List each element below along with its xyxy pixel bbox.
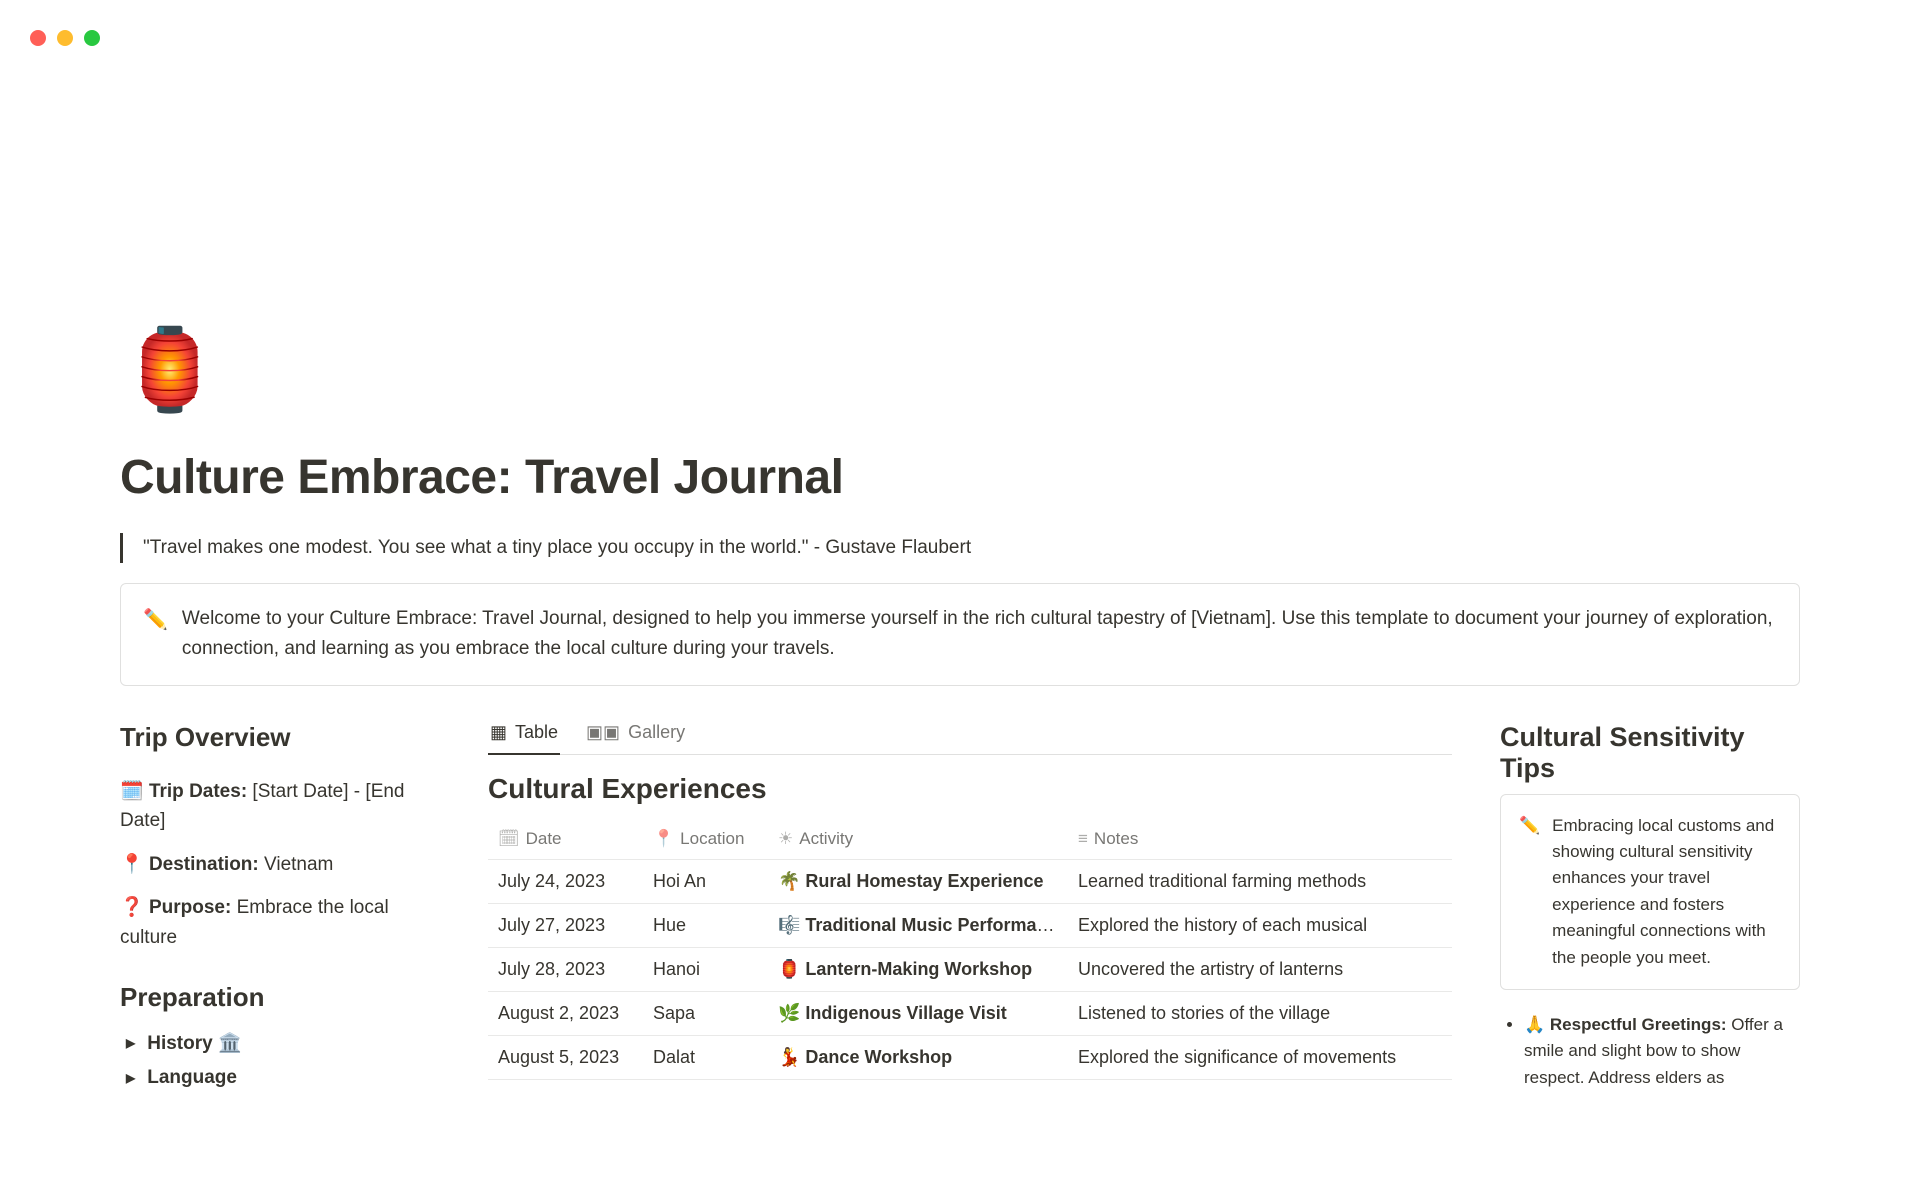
toggle-history-label: History 🏛️ — [147, 1031, 241, 1055]
tip-item[interactable]: 🙏 Respectful Greetings: Offer a smile an… — [1524, 1012, 1800, 1091]
tab-table-label: Table — [515, 722, 558, 743]
col-location[interactable]: 📍 Location — [643, 819, 768, 860]
cell-activity: 🏮 Lantern-Making Workshop — [768, 947, 1068, 991]
table-row[interactable]: July 27, 2023Hue🎼 Traditional Music Perf… — [488, 903, 1452, 947]
col-date-label: Date — [526, 829, 562, 848]
cell-date: July 24, 2023 — [488, 859, 643, 903]
table-row[interactable]: August 5, 2023Dalat💃 Dance WorkshopExplo… — [488, 1035, 1452, 1079]
table-row[interactable]: August 2, 2023Sapa🌿 Indigenous Village V… — [488, 991, 1452, 1035]
cell-notes: Explored the significance of movements — [1068, 1035, 1452, 1079]
cell-location: Hanoi — [643, 947, 768, 991]
toggle-history[interactable]: ▶ History 🏛️ — [120, 1031, 440, 1055]
cell-activity: 🌴 Rural Homestay Experience — [768, 859, 1068, 903]
welcome-text: Welcome to your Culture Embrace: Travel … — [182, 604, 1777, 665]
pin-icon: 📍 — [120, 854, 144, 875]
tips-list: 🙏 Respectful Greetings: Offer a smile an… — [1500, 1012, 1800, 1091]
calendar-icon: 🗓️ — [120, 781, 144, 802]
preparation-heading[interactable]: Preparation — [120, 982, 440, 1013]
cell-notes: Explored the history of each musical — [1068, 903, 1452, 947]
view-tabs: ▦ Table ▣▣ Gallery — [488, 722, 1452, 755]
window-maximize-button[interactable] — [84, 30, 100, 46]
database-title[interactable]: Cultural Experiences — [488, 773, 1452, 805]
tips-callout-text: Embracing local customs and showing cult… — [1552, 813, 1781, 971]
window-close-button[interactable] — [30, 30, 46, 46]
cell-location: Hue — [643, 903, 768, 947]
gallery-icon: ▣▣ — [586, 722, 620, 743]
destination-row[interactable]: 📍 Destination: Vietnam — [120, 850, 440, 879]
cell-location: Hoi An — [643, 859, 768, 903]
tips-callout[interactable]: ✏️ Embracing local customs and showing c… — [1500, 794, 1800, 990]
col-date[interactable]: 🗓 Date — [488, 819, 643, 860]
cell-date: July 27, 2023 — [488, 903, 643, 947]
destination-label: Destination: — [149, 854, 259, 875]
table-row[interactable]: July 28, 2023Hanoi🏮 Lantern-Making Works… — [488, 947, 1452, 991]
table-row[interactable]: July 24, 2023Hoi An🌴 Rural Homestay Expe… — [488, 859, 1452, 903]
tips-heading[interactable]: Cultural Sensitivity Tips — [1500, 722, 1800, 784]
cell-location: Dalat — [643, 1035, 768, 1079]
purpose-label: Purpose: — [149, 897, 231, 918]
trip-overview-heading[interactable]: Trip Overview — [120, 722, 440, 753]
col-activity-label: Activity — [799, 829, 853, 848]
cell-notes: Learned traditional farming methods — [1068, 859, 1452, 903]
cell-activity: 🎼 Traditional Music Performance — [768, 903, 1068, 947]
page-icon[interactable]: 🏮 — [120, 330, 1800, 410]
pencil-icon: ✏️ — [143, 604, 168, 665]
experiences-table: 🗓 Date 📍 Location ☀ Activity ≡ Notes July 24… — [488, 819, 1452, 1080]
toggle-language-label: Language — [147, 1067, 237, 1089]
destination-value: Vietnam — [259, 854, 334, 875]
trip-dates-row[interactable]: 🗓️ Trip Dates: [Start Date] - [End Date] — [120, 777, 440, 836]
page-title[interactable]: Culture Embrace: Travel Journal — [120, 450, 1800, 505]
col-location-label: Location — [680, 829, 744, 848]
tab-gallery-label: Gallery — [628, 722, 685, 743]
pin-icon: 📍 — [653, 829, 674, 848]
table-icon: ▦ — [490, 722, 507, 743]
window-controls — [30, 30, 100, 46]
tip-label: Respectful Greetings: — [1550, 1015, 1727, 1034]
col-notes[interactable]: ≡ Notes — [1068, 819, 1452, 860]
tab-gallery[interactable]: ▣▣ Gallery — [584, 722, 687, 754]
quote-block[interactable]: "Travel makes one modest. You see what a… — [120, 533, 1800, 563]
cell-activity: 💃 Dance Workshop — [768, 1035, 1068, 1079]
cell-notes: Uncovered the artistry of lanterns — [1068, 947, 1452, 991]
trip-dates-label: Trip Dates: — [149, 781, 247, 802]
triangle-right-icon: ▶ — [126, 1071, 135, 1085]
col-activity[interactable]: ☀ Activity — [768, 819, 1068, 860]
purpose-row[interactable]: ❓ Purpose: Embrace the local culture — [120, 893, 440, 952]
pencil-icon: ✏️ — [1519, 813, 1540, 971]
window-minimize-button[interactable] — [57, 30, 73, 46]
toggle-language[interactable]: ▶ Language — [120, 1067, 440, 1089]
cell-date: July 28, 2023 — [488, 947, 643, 991]
cell-location: Sapa — [643, 991, 768, 1035]
cell-activity: 🌿 Indigenous Village Visit — [768, 991, 1068, 1035]
cell-date: August 2, 2023 — [488, 991, 643, 1035]
middle-column: ▦ Table ▣▣ Gallery Cultural Experiences … — [488, 722, 1452, 1101]
cell-notes: Listened to stories of the village — [1068, 991, 1452, 1035]
col-notes-label: Notes — [1094, 829, 1138, 848]
calendar-icon: 🗓 — [498, 829, 520, 848]
pray-icon: 🙏 — [1524, 1015, 1545, 1034]
right-column: Cultural Sensitivity Tips ✏️ Embracing l… — [1500, 722, 1800, 1101]
tab-table[interactable]: ▦ Table — [488, 722, 560, 755]
cell-date: August 5, 2023 — [488, 1035, 643, 1079]
sun-icon: ☀ — [778, 829, 793, 848]
welcome-callout[interactable]: ✏️ Welcome to your Culture Embrace: Trav… — [120, 583, 1800, 686]
triangle-right-icon: ▶ — [126, 1036, 135, 1050]
left-column: Trip Overview 🗓️ Trip Dates: [Start Date… — [120, 722, 440, 1101]
question-icon: ❓ — [120, 897, 144, 918]
text-icon: ≡ — [1078, 829, 1088, 848]
